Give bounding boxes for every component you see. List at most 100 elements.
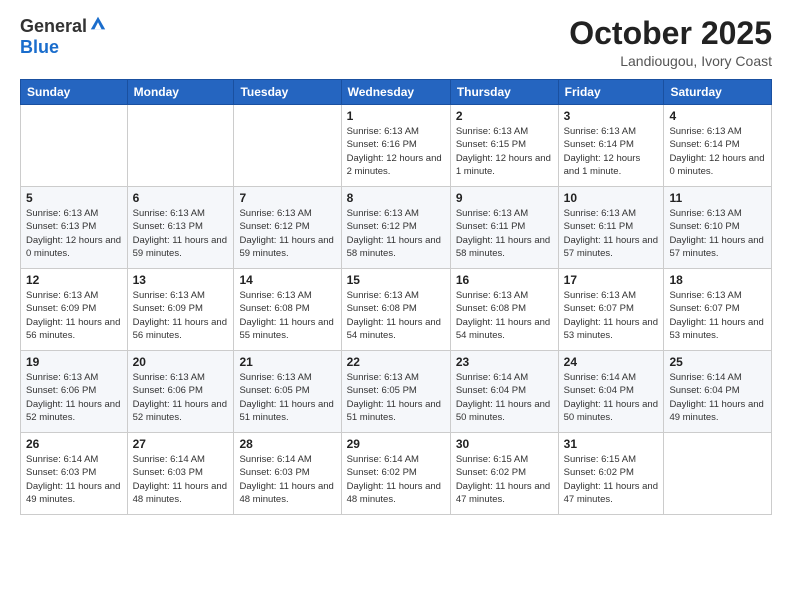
- logo-blue-text: Blue: [20, 37, 59, 58]
- col-monday: Monday: [127, 80, 234, 105]
- day-number: 8: [347, 191, 445, 205]
- table-row: 12 Sunrise: 6:13 AM Sunset: 6:09 PM Dayli…: [21, 269, 128, 351]
- day-number: 17: [564, 273, 659, 287]
- day-number: 22: [347, 355, 445, 369]
- table-row: 28Sunrise: 6:14 AM Sunset: 6:03 PM Dayli…: [234, 433, 341, 515]
- day-number: 13: [133, 273, 229, 287]
- table-row: 14 Sunrise: 6:13 AM Sunset: 6:08 PM Dayli…: [234, 269, 341, 351]
- table-row: 4 Sunrise: 6:13 AM Sunset: 6:14 PM Daylig…: [664, 105, 772, 187]
- day-number: 30: [456, 437, 553, 451]
- day-info: Sunrise: 6:13 AM Sunset: 6:06 PM Dayligh…: [133, 371, 229, 424]
- day-info: Sunrise: 6:13 AM Sunset: 6:07 PM Dayligh…: [669, 289, 766, 342]
- header: General Blue October 2025 Landiougou, Iv…: [20, 16, 772, 69]
- table-row: 9Sunrise: 6:13 AM Sunset: 6:11 PM Daylig…: [450, 187, 558, 269]
- day-info: Sunrise: 6:13 AM Sunset: 6:14 PM Dayligh…: [564, 125, 659, 178]
- day-info: Sunrise: 6:13 AM Sunset: 6:11 PM Dayligh…: [456, 207, 553, 260]
- table-row: 7Sunrise: 6:13 AM Sunset: 6:12 PM Daylig…: [234, 187, 341, 269]
- table-row: 26 Sunrise: 6:14 AM Sunset: 6:03 PM Dayli…: [21, 433, 128, 515]
- table-row: 17 Sunrise: 6:13 AM Sunset: 6:07 PM Dayli…: [558, 269, 664, 351]
- day-info: Sunrise: 6:14 AM Sunset: 6:04 PM Dayligh…: [669, 371, 766, 424]
- table-row: 19 Sunrise: 6:13 AM Sunset: 6:06 PM Dayli…: [21, 351, 128, 433]
- day-info: Sunrise: 6:14 AM Sunset: 6:03 PM Dayligh…: [239, 453, 335, 506]
- page: General Blue October 2025 Landiougou, Iv…: [0, 0, 792, 612]
- table-row: 22 Sunrise: 6:13 AM Sunset: 6:05 PM Dayli…: [341, 351, 450, 433]
- day-number: 31: [564, 437, 659, 451]
- day-number: 19: [26, 355, 122, 369]
- day-info: Sunrise: 6:13 AM Sunset: 6:15 PM Dayligh…: [456, 125, 553, 178]
- day-number: 11: [669, 191, 766, 205]
- col-sunday: Sunday: [21, 80, 128, 105]
- day-number: 26: [26, 437, 122, 451]
- logo-icon: [89, 15, 107, 33]
- table-row: 30Sunrise: 6:15 AM Sunset: 6:02 PM Dayli…: [450, 433, 558, 515]
- day-info: Sunrise: 6:15 AM Sunset: 6:02 PM Dayligh…: [564, 453, 659, 506]
- table-row: 25 Sunrise: 6:14 AM Sunset: 6:04 PM Dayli…: [664, 351, 772, 433]
- calendar-week-row: 12 Sunrise: 6:13 AM Sunset: 6:09 PM Dayli…: [21, 269, 772, 351]
- calendar-week-row: 19 Sunrise: 6:13 AM Sunset: 6:06 PM Dayli…: [21, 351, 772, 433]
- day-number: 12: [26, 273, 122, 287]
- day-info: Sunrise: 6:14 AM Sunset: 6:03 PM Dayligh…: [26, 453, 122, 506]
- day-info: Sunrise: 6:13 AM Sunset: 6:09 PM Dayligh…: [26, 289, 122, 342]
- day-number: 27: [133, 437, 229, 451]
- day-info: Sunrise: 6:13 AM Sunset: 6:11 PM Dayligh…: [564, 207, 659, 260]
- table-row: 10 Sunrise: 6:13 AM Sunset: 6:11 PM Dayli…: [558, 187, 664, 269]
- day-number: 3: [564, 109, 659, 123]
- table-row: 23 Sunrise: 6:14 AM Sunset: 6:04 PM Dayli…: [450, 351, 558, 433]
- logo-general-text: General: [20, 16, 87, 37]
- col-wednesday: Wednesday: [341, 80, 450, 105]
- day-info: Sunrise: 6:13 AM Sunset: 6:10 PM Dayligh…: [669, 207, 766, 260]
- day-info: Sunrise: 6:14 AM Sunset: 6:03 PM Dayligh…: [133, 453, 229, 506]
- table-row: 24 Sunrise: 6:14 AM Sunset: 6:04 PM Dayli…: [558, 351, 664, 433]
- col-thursday: Thursday: [450, 80, 558, 105]
- table-row: 2 Sunrise: 6:13 AM Sunset: 6:15 PM Daylig…: [450, 105, 558, 187]
- table-row: 18 Sunrise: 6:13 AM Sunset: 6:07 PM Dayli…: [664, 269, 772, 351]
- table-row: 16Sunrise: 6:13 AM Sunset: 6:08 PM Dayli…: [450, 269, 558, 351]
- table-row: 1 Sunrise: 6:13 AM Sunset: 6:16 PM Daylig…: [341, 105, 450, 187]
- day-info: Sunrise: 6:13 AM Sunset: 6:09 PM Dayligh…: [133, 289, 229, 342]
- day-number: 1: [347, 109, 445, 123]
- table-row: 3 Sunrise: 6:13 AM Sunset: 6:14 PM Daylig…: [558, 105, 664, 187]
- day-info: Sunrise: 6:13 AM Sunset: 6:08 PM Dayligh…: [239, 289, 335, 342]
- day-number: 5: [26, 191, 122, 205]
- day-info: Sunrise: 6:14 AM Sunset: 6:04 PM Dayligh…: [564, 371, 659, 424]
- day-number: 24: [564, 355, 659, 369]
- day-number: 4: [669, 109, 766, 123]
- day-info: Sunrise: 6:13 AM Sunset: 6:07 PM Dayligh…: [564, 289, 659, 342]
- day-info: Sunrise: 6:13 AM Sunset: 6:05 PM Dayligh…: [347, 371, 445, 424]
- day-number: 15: [347, 273, 445, 287]
- day-number: 21: [239, 355, 335, 369]
- table-row: [664, 433, 772, 515]
- table-row: [234, 105, 341, 187]
- day-number: 29: [347, 437, 445, 451]
- day-info: Sunrise: 6:13 AM Sunset: 6:06 PM Dayligh…: [26, 371, 122, 424]
- calendar: Sunday Monday Tuesday Wednesday Thursday…: [20, 79, 772, 515]
- table-row: 15 Sunrise: 6:13 AM Sunset: 6:08 PM Dayli…: [341, 269, 450, 351]
- day-number: 14: [239, 273, 335, 287]
- table-row: 21Sunrise: 6:13 AM Sunset: 6:05 PM Dayli…: [234, 351, 341, 433]
- day-number: 25: [669, 355, 766, 369]
- day-info: Sunrise: 6:13 AM Sunset: 6:08 PM Dayligh…: [347, 289, 445, 342]
- logo: General Blue: [20, 16, 107, 58]
- table-row: 31 Sunrise: 6:15 AM Sunset: 6:02 PM Dayli…: [558, 433, 664, 515]
- col-tuesday: Tuesday: [234, 80, 341, 105]
- col-friday: Friday: [558, 80, 664, 105]
- day-info: Sunrise: 6:13 AM Sunset: 6:14 PM Dayligh…: [669, 125, 766, 178]
- day-number: 23: [456, 355, 553, 369]
- day-number: 2: [456, 109, 553, 123]
- table-row: 13 Sunrise: 6:13 AM Sunset: 6:09 PM Dayli…: [127, 269, 234, 351]
- table-row: 29Sunrise: 6:14 AM Sunset: 6:02 PM Dayli…: [341, 433, 450, 515]
- calendar-week-row: 5 Sunrise: 6:13 AM Sunset: 6:13 PM Daylig…: [21, 187, 772, 269]
- calendar-week-row: 26 Sunrise: 6:14 AM Sunset: 6:03 PM Dayli…: [21, 433, 772, 515]
- title-block: October 2025 Landiougou, Ivory Coast: [569, 16, 772, 69]
- day-number: 20: [133, 355, 229, 369]
- day-number: 18: [669, 273, 766, 287]
- day-info: Sunrise: 6:13 AM Sunset: 6:13 PM Dayligh…: [26, 207, 122, 260]
- day-number: 6: [133, 191, 229, 205]
- day-info: Sunrise: 6:13 AM Sunset: 6:16 PM Dayligh…: [347, 125, 445, 178]
- day-info: Sunrise: 6:14 AM Sunset: 6:04 PM Dayligh…: [456, 371, 553, 424]
- day-number: 10: [564, 191, 659, 205]
- table-row: [21, 105, 128, 187]
- col-saturday: Saturday: [664, 80, 772, 105]
- day-info: Sunrise: 6:13 AM Sunset: 6:12 PM Dayligh…: [239, 207, 335, 260]
- day-info: Sunrise: 6:13 AM Sunset: 6:12 PM Dayligh…: [347, 207, 445, 260]
